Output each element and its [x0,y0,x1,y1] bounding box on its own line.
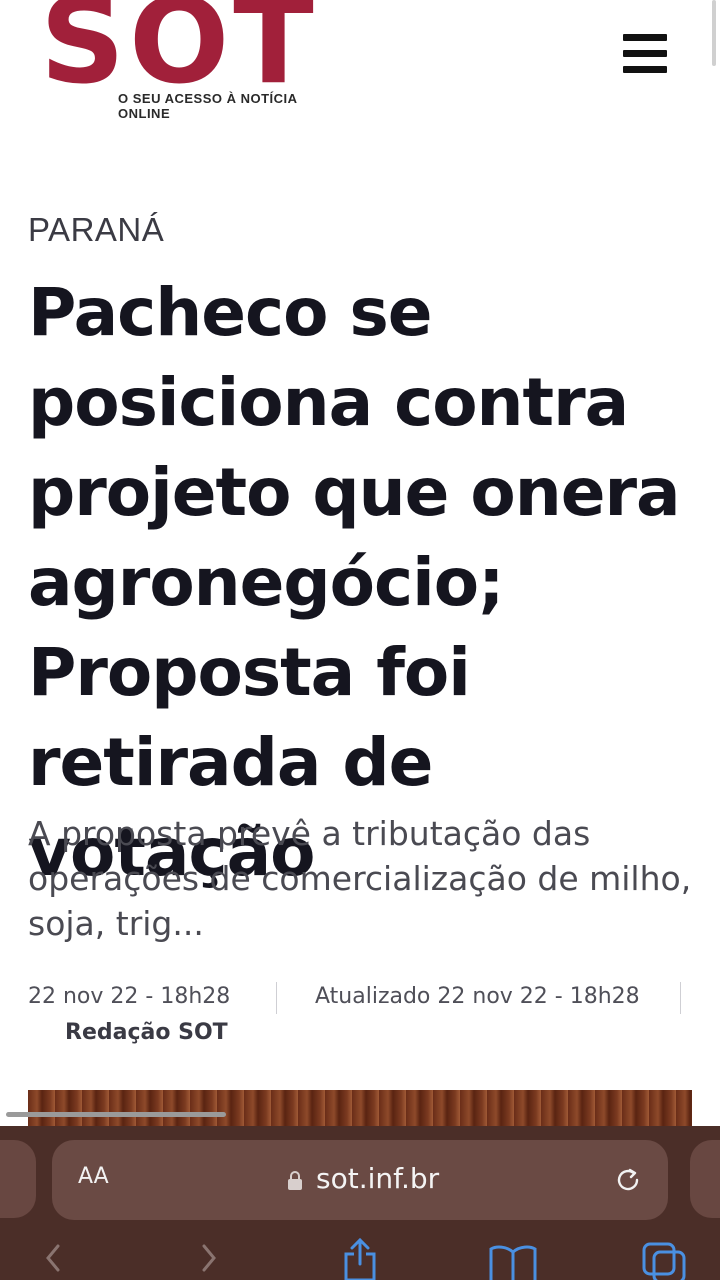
article-meta: 22 nov 22 - 18h28 Atualizado 22 nov 22 -… [28,980,708,1050]
meta-divider [680,982,681,1014]
logo-wordmark: SOT [40,0,318,110]
hamburger-menu-icon-bar [623,66,667,73]
site-header: SOT O SEU ACESSO À NOTÍCIA ONLINE [0,0,720,140]
share-icon[interactable] [340,1238,380,1280]
address-bar[interactable]: AA sot.inf.br [52,1140,668,1220]
text-size-button[interactable]: AA [78,1164,109,1189]
next-tab-peek[interactable] [690,1140,720,1218]
chevron-left-icon[interactable] [40,1242,66,1272]
publish-date: 22 nov 22 - 18h28 [28,984,231,1009]
book-icon[interactable] [488,1244,538,1280]
meta-divider [276,982,277,1014]
logo-tagline: O SEU ACESSO À NOTÍCIA ONLINE [118,91,298,121]
previous-tab-peek[interactable] [0,1140,36,1218]
updated-date: Atualizado 22 nov 22 - 18h28 [315,984,640,1009]
reload-icon[interactable] [612,1164,644,1196]
lock-icon [288,1171,302,1190]
article-headline: Pacheco se posiciona contra projeto que … [28,274,681,891]
hamburger-menu-icon [623,34,667,41]
article-category[interactable]: PARANÁ [28,211,164,249]
page-scroll-indicator [6,1112,226,1117]
tabs-icon[interactable] [640,1240,690,1280]
text-size-label: AA [78,1164,109,1189]
scroll-indicator [712,0,716,66]
article-author[interactable]: Redação SOT [65,1020,228,1045]
hamburger-menu-icon-bar [623,50,667,57]
menu-button[interactable] [620,32,670,76]
article-summary: A proposta prevê a tributação das operaç… [28,814,692,943]
browser-toolbar: AA sot.inf.br [0,1126,720,1280]
url-text[interactable]: sot.inf.br [316,1162,439,1195]
chevron-right-icon[interactable] [196,1242,222,1272]
site-logo[interactable]: SOT O SEU ACESSO À NOTÍCIA ONLINE [40,0,340,122]
